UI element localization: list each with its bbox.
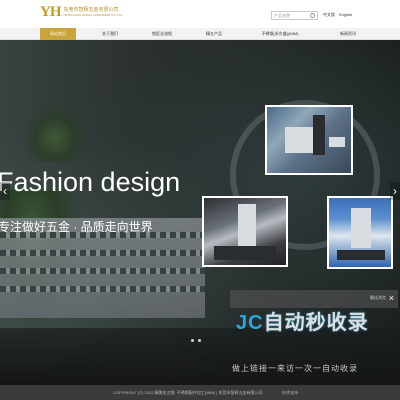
close-icon[interactable]: ×: [389, 293, 394, 303]
nav-item-news[interactable]: 新闻资讯: [328, 28, 368, 40]
search-placeholder: 产品名称: [274, 13, 290, 18]
slide-dot[interactable]: [198, 339, 201, 342]
site-footer: COPYRIGHT (©) 2022 精美金五钢, 不锈钢配件加工(MIM) |…: [0, 385, 400, 400]
watermark-brand-right: 自动秒收录: [263, 312, 369, 334]
slide-dots: [191, 339, 201, 342]
watermark-label: 最佳浏览: [370, 295, 386, 300]
watermark-tagline: 做上链接一来访一次一自动收录: [232, 364, 358, 373]
slide-dot[interactable]: [191, 339, 194, 342]
machine-photo-3: [327, 196, 393, 269]
machine-photo-1: [265, 105, 353, 175]
hero-headline: Fashion design: [0, 167, 181, 197]
nav-item-about[interactable]: 关于我们: [92, 28, 128, 40]
search-input[interactable]: 产品名称: [271, 11, 318, 20]
hero-subline: 专注做好五金 · 品质走向世界: [0, 220, 153, 234]
footer-support-link[interactable]: 技术支持: [282, 390, 298, 396]
lang-chinese-link[interactable]: 中文版: [323, 12, 335, 18]
prev-slide-arrow-icon[interactable]: ‹: [0, 182, 10, 200]
next-slide-arrow-icon[interactable]: ›: [390, 182, 400, 200]
footer-copyright: COPYRIGHT (©) 2022 精美金五钢, 不锈钢配件加工(MIM) |…: [113, 390, 263, 395]
palm-tree-image: [20, 102, 90, 162]
search-icon[interactable]: [310, 13, 315, 18]
nav-item-products[interactable]: 精五产品: [194, 28, 234, 40]
machine-photo-2: [202, 196, 288, 267]
nav-item-process[interactable]: 锁匠全流程: [140, 28, 184, 40]
lang-english-link[interactable]: English: [339, 12, 352, 18]
logo-sub: DONGGUAN ZHIHUI HARDWARE CO.,LTD: [63, 13, 123, 17]
site-header: YH 东莞市智辉五金有限公司 DONGGUAN ZHIHUI HARDWARE …: [0, 0, 400, 28]
nav-item-mim[interactable]: 不锈钢(米东盒)(MIM): [255, 28, 305, 40]
watermark-brand: JC自动秒收录: [236, 306, 369, 335]
language-switch: 中文版 English: [323, 12, 352, 18]
watermark-overlay: 最佳浏览 × JC自动秒收录 做上链接一来访一次一自动收录: [230, 290, 398, 382]
logo-mark: YH: [40, 4, 61, 20]
watermark-brand-left: JC: [236, 312, 264, 334]
logo-text: 东莞市智辉五金有限公司 DONGGUAN ZHIHUI HARDWARE CO.…: [64, 7, 123, 17]
site-logo[interactable]: YH 东莞市智辉五金有限公司 DONGGUAN ZHIHUI HARDWARE …: [40, 5, 123, 20]
nav-item-home[interactable]: 网站首页: [40, 28, 76, 40]
main-nav: 网站首页 关于我们 锁匠全流程 精五产品 不锈钢(米东盒)(MIM) 新闻资讯: [0, 28, 400, 40]
